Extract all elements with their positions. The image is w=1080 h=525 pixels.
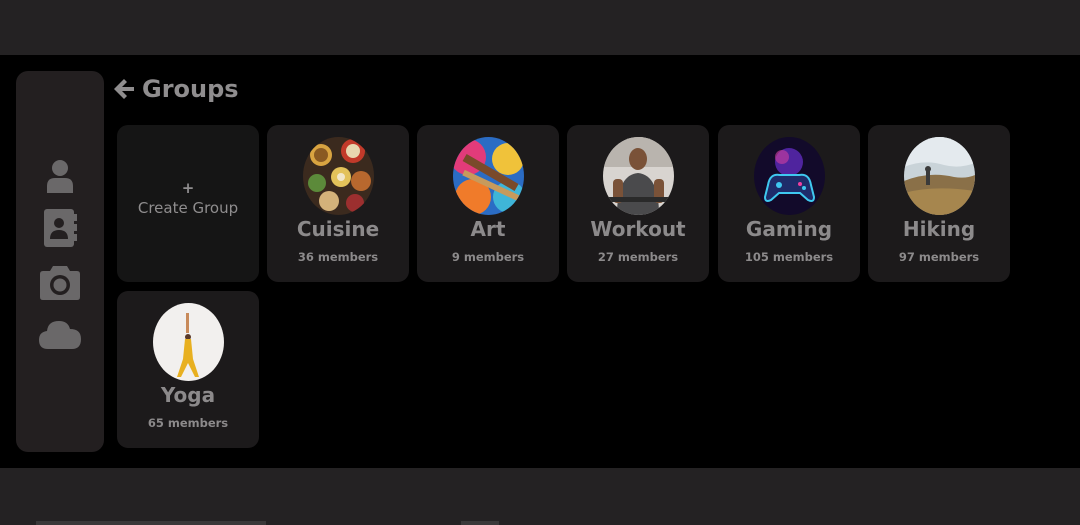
group-members: 65 members [147, 416, 229, 430]
group-card-art[interactable]: Art 9 members [417, 125, 559, 282]
top-bar [0, 0, 1080, 55]
sidebar [16, 71, 104, 452]
page-title: Groups [142, 75, 239, 103]
group-card-workout[interactable]: Workout 27 members [567, 125, 709, 282]
scrollbar-segment [461, 521, 499, 525]
back-arrow-icon[interactable] [112, 77, 136, 101]
group-name: Yoga [160, 383, 216, 407]
group-name: Hiking [902, 217, 976, 241]
group-avatar-hiking [904, 137, 975, 215]
create-group-button[interactable]: + Create Group [117, 125, 259, 282]
create-group-label: Create Group [137, 199, 239, 217]
group-avatar-cuisine [303, 137, 374, 215]
group-name: Art [470, 217, 506, 241]
group-members: 27 members [597, 250, 679, 264]
group-members: 105 members [744, 250, 834, 264]
cloud-icon[interactable] [38, 314, 82, 354]
group-avatar-gaming [754, 137, 825, 215]
group-name: Cuisine [296, 217, 380, 241]
group-card-cuisine[interactable]: Cuisine 36 members [267, 125, 409, 282]
group-avatar-yoga [153, 303, 224, 381]
page-header: Groups [112, 72, 239, 106]
group-avatar-workout [603, 137, 674, 215]
group-members: 97 members [898, 250, 980, 264]
group-avatar-art [453, 137, 524, 215]
group-card-hiking[interactable]: Hiking 97 members [868, 125, 1010, 282]
group-name: Gaming [745, 217, 833, 241]
group-members: 9 members [451, 250, 525, 264]
camera-icon[interactable] [38, 262, 82, 302]
group-name: Workout [590, 217, 686, 241]
user-icon[interactable] [38, 156, 82, 196]
scrollbar-thumb[interactable] [36, 521, 266, 525]
contact-book-icon[interactable] [38, 208, 82, 248]
group-card-gaming[interactable]: Gaming 105 members [718, 125, 860, 282]
bottom-bar [0, 468, 1080, 525]
group-members: 36 members [297, 250, 379, 264]
plus-icon: + [181, 179, 195, 197]
group-card-yoga[interactable]: Yoga 65 members [117, 291, 259, 448]
